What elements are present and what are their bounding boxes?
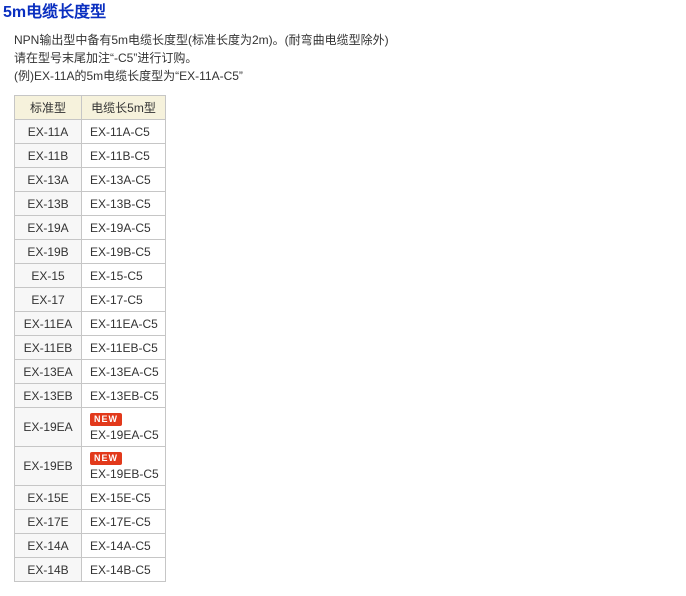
cable5m-model-cell: EX-13A-C5: [82, 168, 166, 192]
cable5m-model-cell: NEWEX-19EA-C5: [82, 408, 166, 447]
cable5m-model-text: EX-19EA-C5: [90, 427, 161, 443]
header-row: 标准型 电缆长5m型: [15, 96, 166, 120]
cable5m-model-cell: NEWEX-19EB-C5: [82, 447, 166, 486]
table-row: EX-14AEX-14A-C5: [15, 534, 166, 558]
table-row: EX-15EX-15-C5: [15, 264, 166, 288]
table-row: EX-19EBNEWEX-19EB-C5: [15, 447, 166, 486]
cable5m-model-cell: EX-17-C5: [82, 288, 166, 312]
cable5m-model-cell: EX-17E-C5: [82, 510, 166, 534]
standard-model-cell: EX-13EB: [15, 384, 82, 408]
table-row: EX-13EBEX-13EB-C5: [15, 384, 166, 408]
cable5m-model-cell: EX-11EB-C5: [82, 336, 166, 360]
cable5m-model-cell: EX-13B-C5: [82, 192, 166, 216]
intro-line-2: 请在型号末尾加注“-C5”进行订购。: [14, 49, 686, 67]
cable5m-model-cell: EX-15E-C5: [82, 486, 166, 510]
standard-model-cell: EX-11A: [15, 120, 82, 144]
table-row: EX-17EX-17-C5: [15, 288, 166, 312]
standard-model-cell: EX-13A: [15, 168, 82, 192]
intro-line-3: (例)EX-11A的5m电缆长度型为“EX-11A-C5”: [14, 67, 686, 85]
intro-text: NPN输出型中备有5m电缆长度型(标准长度为2m)。(耐弯曲电缆型除外) 请在型…: [14, 31, 686, 85]
standard-model-cell: EX-15E: [15, 486, 82, 510]
standard-model-cell: EX-11B: [15, 144, 82, 168]
table-row: EX-13BEX-13B-C5: [15, 192, 166, 216]
cable-model-table: 标准型 电缆长5m型 EX-11AEX-11A-C5EX-11BEX-11B-C…: [14, 95, 166, 582]
cable5m-model-cell: EX-11B-C5: [82, 144, 166, 168]
table-row: EX-11BEX-11B-C5: [15, 144, 166, 168]
new-badge: NEW: [90, 413, 122, 426]
cable5m-model-cell: EX-13EB-C5: [82, 384, 166, 408]
cable-table-body: EX-11AEX-11A-C5EX-11BEX-11B-C5EX-13AEX-1…: [15, 120, 166, 582]
table-row: EX-11EBEX-11EB-C5: [15, 336, 166, 360]
cable5m-model-text: EX-19EB-C5: [90, 466, 161, 482]
cable5m-model-cell: EX-14B-C5: [82, 558, 166, 582]
cable5m-model-cell: EX-19A-C5: [82, 216, 166, 240]
table-row: EX-19BEX-19B-C5: [15, 240, 166, 264]
standard-model-cell: EX-15: [15, 264, 82, 288]
table-row: EX-14BEX-14B-C5: [15, 558, 166, 582]
standard-model-cell: EX-19B: [15, 240, 82, 264]
intro-line-1: NPN输出型中备有5m电缆长度型(标准长度为2m)。(耐弯曲电缆型除外): [14, 31, 686, 49]
standard-model-cell: EX-19A: [15, 216, 82, 240]
cable5m-model-cell: EX-13EA-C5: [82, 360, 166, 384]
table-row: EX-19EANEWEX-19EA-C5: [15, 408, 166, 447]
header-cable-5m-type: 电缆长5m型: [82, 96, 166, 120]
standard-model-cell: EX-17E: [15, 510, 82, 534]
standard-model-cell: EX-14A: [15, 534, 82, 558]
page-title: 5m电缆长度型: [0, 0, 686, 22]
cable5m-model-cell: EX-15-C5: [82, 264, 166, 288]
header-standard-type: 标准型: [15, 96, 82, 120]
table-row: EX-11AEX-11A-C5: [15, 120, 166, 144]
cable-table-head: 标准型 电缆长5m型: [15, 96, 166, 120]
cable5m-model-cell: EX-14A-C5: [82, 534, 166, 558]
table-row: EX-11EAEX-11EA-C5: [15, 312, 166, 336]
table-row: EX-19AEX-19A-C5: [15, 216, 166, 240]
standard-model-cell: EX-14B: [15, 558, 82, 582]
standard-model-cell: EX-13B: [15, 192, 82, 216]
table-row: EX-17EEX-17E-C5: [15, 510, 166, 534]
standard-model-cell: EX-19EB: [15, 447, 82, 486]
table-row: EX-13AEX-13A-C5: [15, 168, 166, 192]
new-badge: NEW: [90, 452, 122, 465]
cable5m-model-cell: EX-19B-C5: [82, 240, 166, 264]
table-row: EX-15EEX-15E-C5: [15, 486, 166, 510]
standard-model-cell: EX-11EB: [15, 336, 82, 360]
standard-model-cell: EX-13EA: [15, 360, 82, 384]
table-row: EX-13EAEX-13EA-C5: [15, 360, 166, 384]
standard-model-cell: EX-19EA: [15, 408, 82, 447]
cable5m-model-cell: EX-11A-C5: [82, 120, 166, 144]
standard-model-cell: EX-17: [15, 288, 82, 312]
standard-model-cell: EX-11EA: [15, 312, 82, 336]
cable5m-model-cell: EX-11EA-C5: [82, 312, 166, 336]
page: 5m电缆长度型 NPN输出型中备有5m电缆长度型(标准长度为2m)。(耐弯曲电缆…: [0, 0, 686, 596]
